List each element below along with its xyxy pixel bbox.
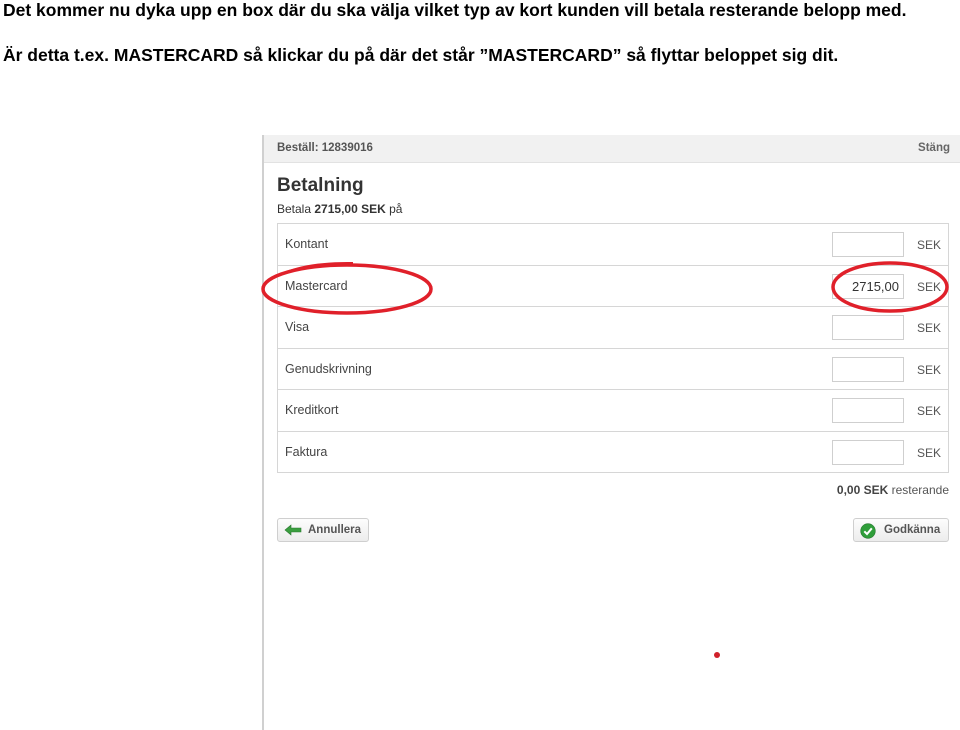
amount-input-kreditkort[interactable] — [832, 398, 904, 423]
cancel-label: Annullera — [308, 524, 362, 536]
method-label[interactable]: Visa — [285, 320, 309, 334]
payment-dialog-screenshot: Beställ: 12839016 Stäng Betalning Betala… — [262, 135, 960, 730]
method-row-mastercard[interactable]: Mastercard SEK — [278, 265, 948, 307]
red-dot-marker — [714, 652, 720, 658]
pay-summary: Betala 2715,00 SEK på — [277, 202, 402, 216]
method-label[interactable]: Kontant — [285, 237, 328, 251]
currency-label: SEK — [916, 362, 941, 377]
method-row-visa[interactable]: Visa SEK — [278, 307, 948, 349]
method-label[interactable]: Faktura — [285, 445, 327, 459]
close-link[interactable]: Stäng — [918, 142, 950, 154]
remaining-label: resterande — [891, 483, 949, 497]
amount-input-faktura[interactable] — [832, 439, 904, 465]
approve-label: Godkänna — [884, 524, 941, 536]
method-row-kontant[interactable]: Kontant SEK — [278, 224, 948, 266]
amount-input-kontant[interactable] — [832, 232, 904, 257]
method-row-kreditkort[interactable]: Kreditkort SEK — [278, 390, 948, 432]
remaining-value: 0,00 SEK — [836, 483, 889, 497]
pay-amount: 2715,00 SEK — [314, 202, 386, 216]
remaining-amount: 0,00 SEK resterande — [837, 483, 949, 497]
arrow-left-icon — [284, 523, 302, 540]
approve-button[interactable]: Godkänna — [853, 518, 949, 542]
currency-label: SEK — [916, 445, 941, 460]
amount-input-visa[interactable] — [832, 315, 904, 340]
currency-label: SEK — [916, 404, 941, 418]
currency-label: SEK — [916, 238, 941, 252]
method-label[interactable]: Kreditkort — [285, 403, 339, 417]
order-number: Beställ: 12839016 — [277, 142, 373, 154]
method-row-genudskrivning[interactable]: Genudskrivning SEK — [278, 348, 948, 390]
pay-prefix: Betala — [277, 202, 312, 216]
dialog-header: Beställ: 12839016 Stäng — [264, 135, 960, 163]
method-label[interactable]: Mastercard — [285, 279, 348, 293]
amount-input-mastercard[interactable] — [832, 273, 904, 299]
instruction-line-1: Det kommer nu dyka upp en box där du ska… — [3, 0, 907, 20]
currency-label: SEK — [916, 279, 941, 294]
dialog-title: Betalning — [277, 175, 364, 196]
checkmark-icon — [860, 523, 876, 542]
pay-suffix: på — [389, 202, 403, 216]
currency-label: SEK — [916, 321, 941, 335]
method-row-faktura[interactable]: Faktura SEK — [278, 431, 948, 473]
instruction-line-2: Är detta t.ex. MASTERCARD så klickar du … — [3, 45, 839, 65]
cancel-button[interactable]: Annullera — [277, 518, 369, 542]
amount-input-genudskrivning[interactable] — [832, 356, 904, 382]
payment-methods-table: Kontant SEK Mastercard SEK Visa SEK Genu… — [277, 223, 949, 473]
method-label[interactable]: Genudskrivning — [285, 362, 372, 376]
